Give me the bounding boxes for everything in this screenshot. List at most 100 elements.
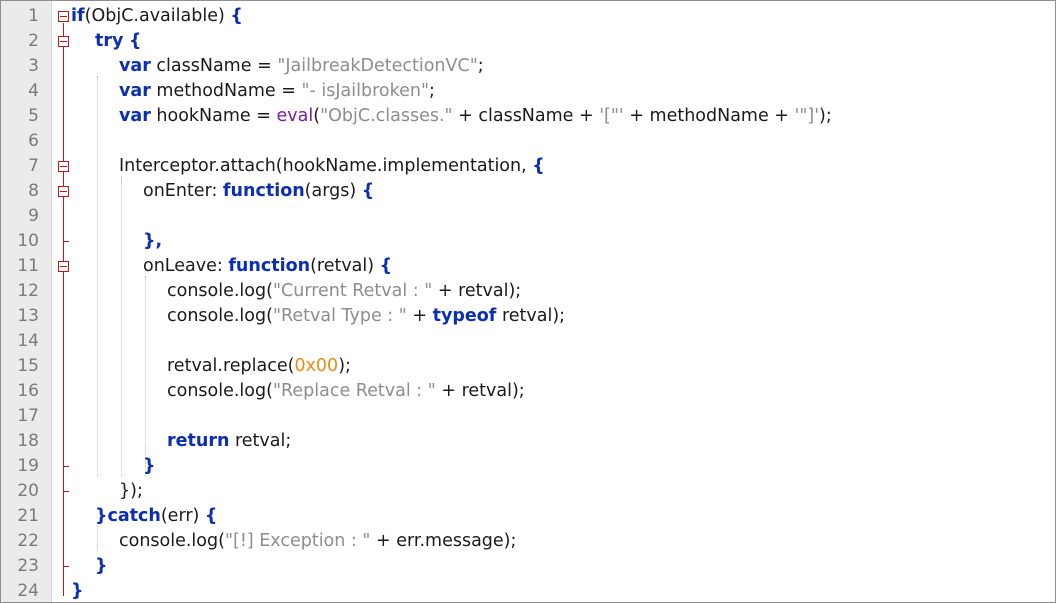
code-token: function [222, 181, 305, 201]
code-token: { [532, 156, 545, 176]
code-token: = [256, 106, 271, 126]
collapse-toggle-icon[interactable] [58, 161, 69, 172]
line-number: 21 [17, 506, 39, 526]
code-token: ); [819, 106, 832, 126]
line-number: 18 [17, 431, 39, 451]
line-number: 16 [17, 381, 39, 401]
code-token: "- isJailbroken" [301, 81, 430, 101]
code-token: = [281, 81, 296, 101]
line-number: 13 [17, 306, 39, 326]
code-token: className [150, 56, 258, 76]
code-line[interactable]: Interceptor.attach(hookName.implementati… [119, 154, 545, 179]
line-number: 12 [17, 281, 39, 301]
line-number: 10 [17, 231, 39, 251]
code-line[interactable]: console.log("Retval Type : " + typeof re… [167, 304, 565, 329]
code-token: console.log( [167, 281, 273, 301]
line-number: 4 [28, 81, 39, 101]
line-number: 22 [17, 531, 39, 551]
code-token: "Retval Type : " [272, 306, 407, 326]
fold-end-marker [63, 241, 69, 242]
code-token: + methodName + [623, 106, 795, 126]
code-line[interactable]: } [71, 579, 84, 602]
code-line[interactable]: }); [119, 479, 143, 504]
code-token: console.log( [167, 306, 273, 326]
code-token: "JailbreakDetectionVC" [277, 56, 478, 76]
line-number: 7 [28, 156, 39, 176]
code-line[interactable]: } [143, 454, 155, 479]
fold-end-marker [63, 491, 69, 492]
code-editor[interactable]: 1 2 3 4 5 6 7 8 9 10 11 12 13 14 15 16 17 18 19 20 21 22 23 24 … [0, 0, 1056, 603]
code-token: Interceptor.attach(hookName.implementati… [119, 156, 533, 176]
line-number: 3 [28, 56, 39, 76]
code-token: var [119, 56, 151, 76]
code-line[interactable]: }catch(err) { [95, 504, 217, 529]
code-token: onLeave: [143, 256, 229, 276]
collapse-toggle-icon[interactable] [58, 36, 69, 47]
code-token: function [228, 256, 311, 276]
code-line[interactable]: return retval; [167, 429, 291, 454]
code-token: '["' [599, 106, 624, 126]
code-token: { [128, 31, 142, 51]
code-token: console.log( [167, 381, 273, 401]
code-token: = [257, 56, 272, 76]
line-number: 6 [28, 131, 39, 151]
code-line[interactable]: } [95, 554, 107, 579]
line-number: 11 [17, 256, 39, 276]
code-line[interactable]: if(ObjC.available) { [71, 4, 243, 29]
code-line[interactable]: onEnter: function(args) { [143, 179, 374, 204]
code-token: { [204, 506, 218, 526]
collapse-toggle-icon[interactable] [58, 261, 69, 272]
code-token: ); [338, 356, 351, 376]
code-token: (args) [304, 181, 362, 201]
line-number: 19 [17, 456, 39, 476]
code-token: var [119, 106, 151, 126]
code-line[interactable]: onLeave: function(retval) { [143, 254, 392, 279]
code-token: 0x00 [294, 356, 339, 376]
code-token: '"]' [794, 106, 820, 126]
line-number: 17 [17, 406, 39, 426]
code-token: + err.message); [370, 531, 517, 551]
code-line[interactable]: retval.replace(0x00); [167, 354, 351, 379]
code-token: }); [119, 481, 143, 501]
line-number: 15 [17, 356, 39, 376]
collapse-toggle-icon[interactable] [58, 11, 69, 22]
code-line[interactable]: console.log("Current Retval : " + retval… [167, 279, 521, 304]
line-number: 5 [28, 106, 39, 126]
code-token: eval [276, 106, 314, 126]
code-token: ; [429, 81, 435, 101]
code-token: } [71, 581, 84, 601]
code-line[interactable]: var methodName = "- isJailbroken"; [119, 79, 435, 104]
code-token: } [143, 456, 156, 476]
code-token: + [406, 306, 433, 326]
line-number: 2 [28, 31, 39, 51]
code-token: (err) [160, 506, 205, 526]
code-token: + retval); [432, 281, 522, 301]
line-number: 23 [17, 556, 39, 576]
code-token: if [71, 6, 85, 26]
code-line[interactable]: var hookName = eval("ObjC.classes." + cl… [119, 104, 832, 129]
line-number: 14 [17, 331, 39, 351]
code-line[interactable]: var className = "JailbreakDetectionVC"; [119, 54, 484, 79]
code-token: "[!] Exception : " [224, 531, 371, 551]
code-token: (ObjC.available) [84, 6, 231, 26]
code-line[interactable]: console.log("[!] Exception : " + err.mes… [119, 529, 516, 554]
collapse-toggle-icon[interactable] [58, 186, 69, 197]
code-token: methodName [150, 81, 282, 101]
line-number: 8 [28, 181, 39, 201]
code-line[interactable]: console.log("Replace Retval : " + retval… [167, 379, 525, 404]
code-token: onEnter: [143, 181, 223, 201]
line-number: 24 [17, 581, 39, 601]
code-token: typeof [432, 306, 497, 326]
code-area[interactable]: if(ObjC.available) {try {var className =… [71, 1, 1055, 602]
fold-end-marker [63, 566, 69, 567]
code-token: "ObjC.classes." [320, 106, 453, 126]
fold-margin [52, 1, 70, 602]
code-token: (retval) [310, 256, 380, 276]
code-line[interactable]: try { [95, 29, 141, 54]
code-line[interactable]: }, [143, 229, 162, 254]
code-token: retval; [229, 431, 292, 451]
code-token: }, [143, 231, 163, 251]
code-token: return [167, 431, 230, 451]
code-token: try [95, 31, 124, 51]
code-token: + retval); [435, 381, 525, 401]
